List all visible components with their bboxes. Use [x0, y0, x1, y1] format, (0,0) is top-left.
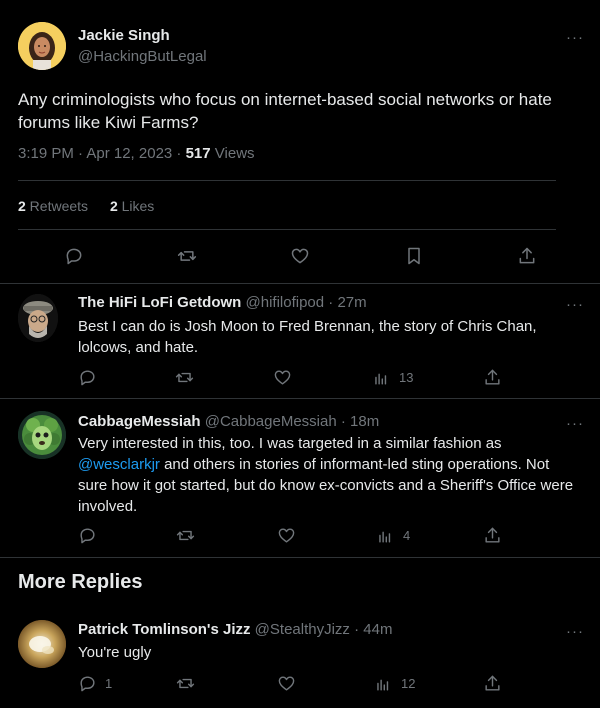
share-button[interactable] [517, 246, 537, 266]
views-icon [379, 531, 391, 543]
reply-author-handle[interactable]: @CabbageMessiah [205, 413, 337, 430]
reply-text: You're ugly [78, 644, 152, 661]
like-button[interactable] [277, 674, 296, 693]
views-count: 517 [185, 145, 211, 162]
tweet-text: Any criminologists who focus on internet… [18, 90, 552, 132]
reply-time[interactable]: · 18m [337, 413, 379, 430]
divider [18, 229, 556, 230]
share-button[interactable] [483, 674, 502, 693]
heart-icon [291, 248, 309, 264]
more-replies-heading: More Replies [18, 571, 143, 593]
bookmark-icon [408, 247, 420, 265]
tweet-meta: 3:19 PM · Apr 12, 2023 · 517 Views [18, 145, 255, 162]
reply-count: 1 [105, 676, 113, 691]
retweets-stat[interactable]: 2 Retweets [18, 198, 88, 214]
reply-tweet[interactable]: The HiFi LoFi Getdown @hifilofipod · 27m… [0, 284, 600, 398]
views-count: 4 [403, 528, 411, 543]
views-count: 13 [399, 370, 414, 385]
bookmark-button[interactable] [404, 246, 424, 266]
views-button[interactable]: 4 [376, 526, 410, 545]
divider [18, 180, 556, 181]
author-handle[interactable]: @HackingButLegal [78, 48, 207, 66]
reply-time[interactable]: · 27m [324, 294, 366, 311]
retweet-icon [175, 372, 194, 383]
views-label: Views [210, 145, 255, 162]
views-icon [375, 373, 387, 385]
retweet-icon [176, 678, 195, 689]
reply-time[interactable]: · 44m [350, 621, 392, 638]
reply-icon [80, 676, 95, 692]
reply-avatar[interactable] [18, 620, 66, 668]
divider [0, 557, 600, 558]
reply-text: Very interested in this, too. I was targ… [78, 435, 574, 515]
retweet-button[interactable] [176, 674, 195, 693]
reply-author-name[interactable]: CabbageMessiah [78, 413, 201, 430]
reply-author-handle[interactable]: @StealthyJizz [255, 621, 350, 638]
retweet-icon [177, 251, 197, 261]
like-button[interactable] [273, 368, 292, 387]
share-button[interactable] [483, 368, 502, 387]
reply-avatar[interactable] [18, 294, 58, 342]
views-button[interactable]: 13 [372, 368, 413, 387]
reply-button[interactable] [64, 246, 84, 266]
retweet-button[interactable] [176, 526, 195, 545]
tweet-timestamp[interactable]: 3:19 PM · Apr 12, 2023 · [18, 145, 186, 162]
reply-avatar[interactable] [18, 411, 66, 459]
share-icon [485, 369, 500, 385]
heart-icon [278, 528, 295, 543]
mention-link[interactable]: @wesclarkjr [78, 456, 160, 473]
reply-button[interactable] [78, 526, 97, 545]
reply-author-name[interactable]: The HiFi LoFi Getdown [78, 294, 241, 311]
reply-author-handle[interactable]: @hifilofipod [246, 294, 325, 311]
reply-header: Patrick Tomlinson's Jizz @StealthyJizz ·… [78, 621, 392, 638]
reply-tweet[interactable]: CabbageMessiah @CabbageMessiah · 18m ···… [0, 399, 600, 557]
reply-text: Best I can do is Josh Moon to Fred Brenn… [78, 318, 537, 356]
like-button[interactable] [277, 526, 296, 545]
reply-header: CabbageMessiah @CabbageMessiah · 18m [78, 413, 379, 430]
reply-icon [66, 248, 82, 265]
more-options-icon[interactable]: ··· [566, 416, 584, 431]
reply-icon [80, 370, 95, 386]
views-icon [377, 679, 389, 691]
reply-tweet[interactable]: Patrick Tomlinson's Jizz @StealthyJizz ·… [0, 610, 600, 708]
reply-button[interactable]: 1 [78, 674, 112, 693]
engagement-stats: 2 Retweets 2 Likes [18, 198, 172, 214]
heart-icon [278, 676, 295, 691]
share-button[interactable] [483, 526, 502, 545]
likes-stat[interactable]: 2 Likes [110, 198, 154, 214]
main-tweet: Jackie Singh @HackingButLegal ··· Any cr… [0, 0, 600, 283]
like-button[interactable] [290, 246, 310, 266]
share-icon [485, 527, 500, 543]
retweet-icon [176, 530, 195, 541]
reply-header: The HiFi LoFi Getdown @hifilofipod · 27m [78, 294, 367, 311]
author-name[interactable]: Jackie Singh [78, 27, 170, 45]
reply-icon [80, 528, 95, 544]
reply-button[interactable] [78, 368, 97, 387]
more-options-icon[interactable]: ··· [566, 30, 584, 45]
share-icon [519, 247, 535, 264]
heart-icon [274, 370, 291, 385]
share-icon [485, 675, 500, 691]
retweet-button[interactable] [175, 368, 194, 387]
views-count: 12 [401, 676, 416, 691]
more-options-icon[interactable]: ··· [566, 297, 584, 312]
views-button[interactable]: 12 [374, 674, 415, 693]
retweet-button[interactable] [177, 246, 197, 266]
more-options-icon[interactable]: ··· [566, 624, 584, 639]
author-avatar[interactable] [18, 22, 66, 70]
reply-author-name[interactable]: Patrick Tomlinson's Jizz [78, 621, 251, 638]
